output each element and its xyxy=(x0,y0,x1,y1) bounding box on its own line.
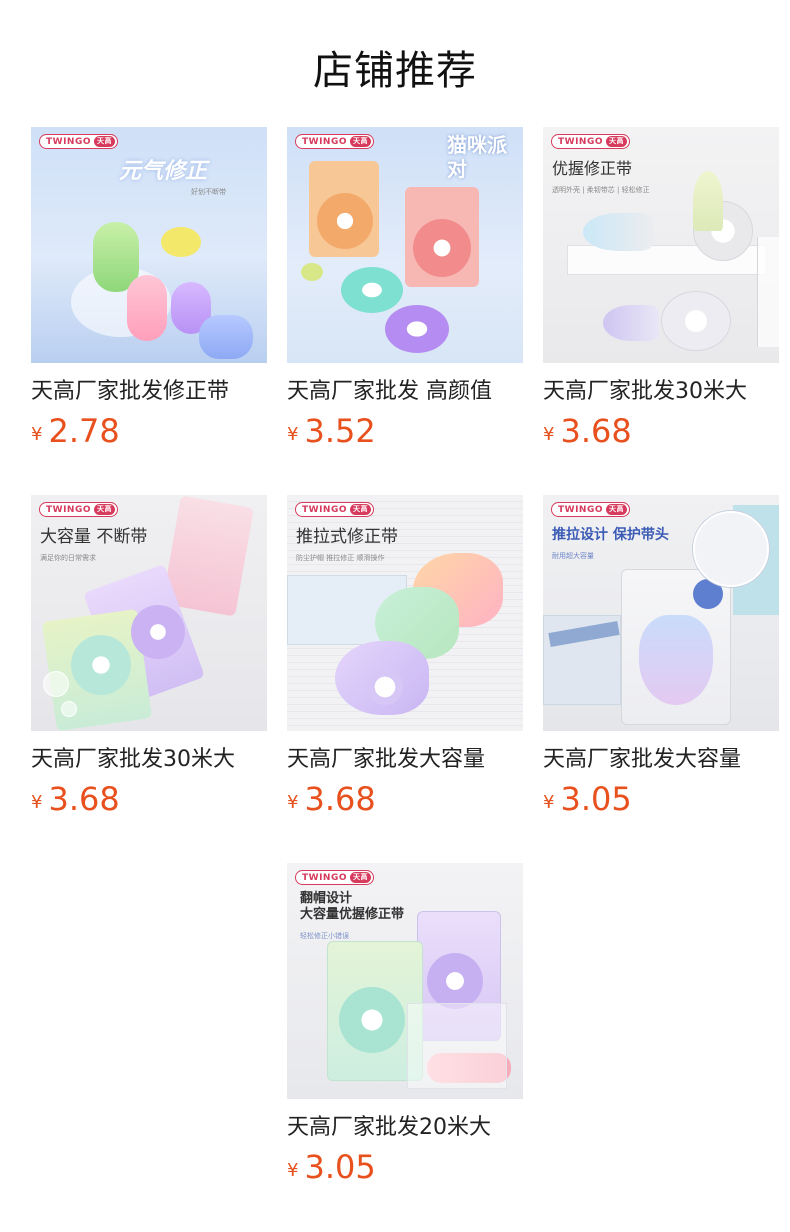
image-overlay-subtitle: 透明外壳 | 柔韧带芯 | 轻松修正 xyxy=(552,186,650,194)
currency-symbol: ¥ xyxy=(287,1160,299,1181)
product-name[interactable]: 天高厂家批发30米大 xyxy=(31,743,267,777)
product-card[interactable]: TWINGO 天高 元气修正 好划不断带 天高厂家批发修正带 ¥2.78 xyxy=(31,127,267,457)
image-overlay-title: 大容量 不断带 xyxy=(40,527,148,547)
brand-logo: TWINGO 天高 xyxy=(39,502,118,517)
image-overlay-subtitle: 防尘护帽 推拉修正 顺滑操作 xyxy=(296,554,385,562)
image-overlay-title: 元气修正 xyxy=(119,159,208,184)
product-name[interactable]: 天高厂家批发大容量 xyxy=(287,743,523,777)
product-price: ¥3.68 xyxy=(287,780,376,818)
product-image[interactable]: TWINGO 天高 大容量 不断带 满足你的日常需求 xyxy=(31,495,267,731)
currency-symbol: ¥ xyxy=(543,792,555,813)
product-image[interactable]: TWINGO 天高 翻帽设计 大容量优握修正带 轻松修正小错误 xyxy=(287,863,523,1099)
image-overlay-subtitle: 耐用超大容量 xyxy=(552,552,594,560)
brand-logo: TWINGO 天高 xyxy=(551,502,630,517)
brand-logo: TWINGO 天高 xyxy=(295,502,374,517)
currency-symbol: ¥ xyxy=(287,792,299,813)
product-name[interactable]: 天高厂家批发 高颜值 xyxy=(287,375,523,409)
product-image[interactable]: TWINGO 天高 优握修正带 透明外壳 | 柔韧带芯 | 轻松修正 xyxy=(543,127,779,363)
image-overlay-title: 推拉式修正带 xyxy=(296,527,398,547)
page-title: 店铺推荐 xyxy=(313,48,477,94)
image-overlay-title: 优握修正带 xyxy=(552,159,633,178)
image-overlay-title: 翻帽设计 大容量优握修正带 xyxy=(300,891,405,922)
product-price: ¥3.05 xyxy=(543,780,632,818)
product-name[interactable]: 天高厂家批发20米大 xyxy=(287,1111,523,1145)
product-image[interactable]: TWINGO 天高 猫咪派对 xyxy=(287,127,523,363)
product-card[interactable]: TWINGO 天高 推拉式修正带 防尘护帽 推拉修正 顺滑操作 天高厂家批发大容量… xyxy=(287,495,523,825)
product-image[interactable]: TWINGO 天高 推拉设计 保护带头 耐用超大容量 xyxy=(543,495,779,731)
image-overlay-title: 推拉设计 保护带头 xyxy=(552,527,669,543)
product-image[interactable]: TWINGO 天高 推拉式修正带 防尘护帽 推拉修正 顺滑操作 xyxy=(287,495,523,731)
product-price: ¥3.52 xyxy=(287,412,376,450)
product-name[interactable]: 天高厂家批发30米大 xyxy=(543,375,779,409)
product-name[interactable]: 天高厂家批发大容量 xyxy=(543,743,779,777)
product-price: ¥3.68 xyxy=(31,780,120,818)
product-card[interactable]: TWINGO 天高 翻帽设计 大容量优握修正带 轻松修正小错误 天高厂家批发20米… xyxy=(287,863,523,1193)
product-card[interactable]: TWINGO 天高 大容量 不断带 满足你的日常需求 天高厂家批发30米大 ¥3.… xyxy=(31,495,267,825)
product-price: ¥3.68 xyxy=(543,412,632,450)
product-card[interactable]: TWINGO 天高 优握修正带 透明外壳 | 柔韧带芯 | 轻松修正 天高厂家批发… xyxy=(543,127,779,457)
product-name[interactable]: 天高厂家批发修正带 xyxy=(31,375,267,409)
image-overlay-title: 猫咪派对 xyxy=(447,133,507,181)
product-image[interactable]: TWINGO 天高 元气修正 好划不断带 xyxy=(31,127,267,363)
currency-symbol: ¥ xyxy=(543,424,555,445)
product-price: ¥3.05 xyxy=(287,1148,376,1186)
currency-symbol: ¥ xyxy=(287,424,299,445)
image-overlay-subtitle: 轻松修正小错误 xyxy=(300,932,349,940)
product-card[interactable]: TWINGO 天高 猫咪派对 天高厂家批发 高颜值 ¥3.52 xyxy=(287,127,523,457)
brand-logo: TWINGO 天高 xyxy=(295,134,374,149)
product-price: ¥2.78 xyxy=(31,412,120,450)
brand-logo: TWINGO 天高 xyxy=(551,134,630,149)
currency-symbol: ¥ xyxy=(31,792,43,813)
product-card[interactable]: TWINGO 天高 推拉设计 保护带头 耐用超大容量 天高厂家批发大容量 ¥3.0… xyxy=(543,495,779,825)
image-overlay-subtitle: 满足你的日常需求 xyxy=(40,554,96,562)
image-overlay-subtitle: 好划不断带 xyxy=(191,188,226,196)
currency-symbol: ¥ xyxy=(31,424,43,445)
brand-logo: TWINGO 天高 xyxy=(39,134,118,149)
brand-logo: TWINGO 天高 xyxy=(295,870,374,885)
